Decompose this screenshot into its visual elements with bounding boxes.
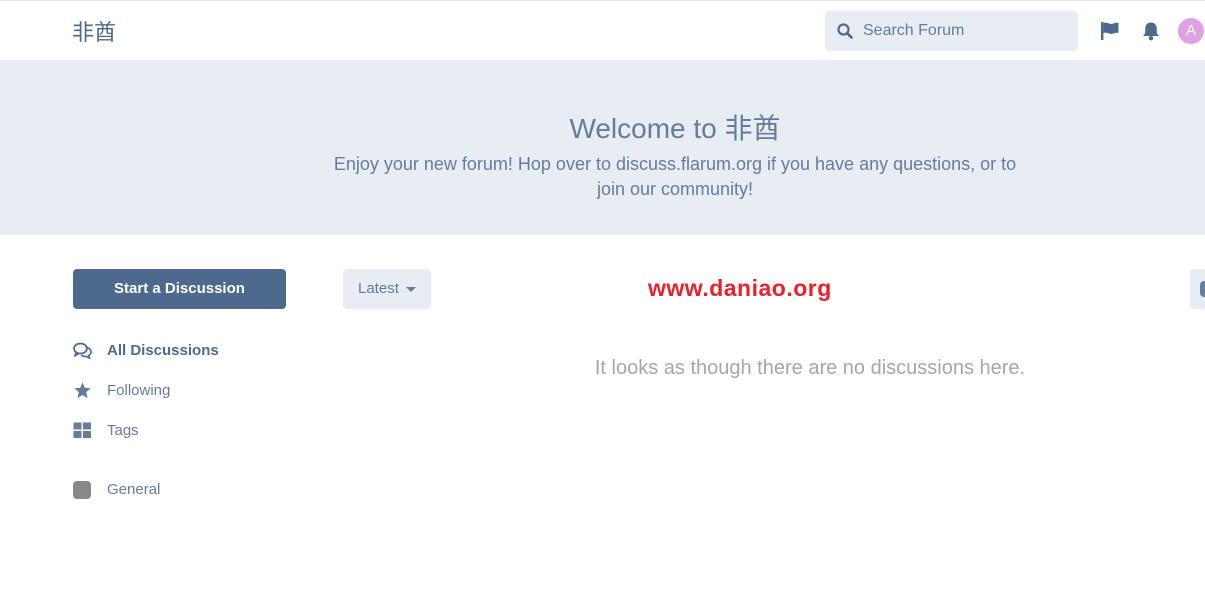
nav-label: Tags (107, 422, 139, 439)
refresh-icon (1200, 281, 1205, 297)
user-avatar[interactable]: A (1178, 18, 1204, 44)
nav-label: All Discussions (107, 342, 219, 359)
bell-icon[interactable] (1141, 21, 1161, 41)
empty-state-message: It looks as though there are no discussi… (594, 357, 1026, 379)
header: 非酋 Search Forum A (0, 0, 1205, 60)
sort-label: Latest (358, 280, 399, 297)
forum-logo[interactable]: 非酋 (72, 15, 116, 47)
tag-label: General (107, 481, 161, 498)
toolbar-action-button[interactable] (1190, 269, 1205, 309)
sort-dropdown[interactable]: Latest (343, 269, 431, 309)
flag-icon[interactable] (1100, 21, 1120, 41)
comments-icon (73, 342, 92, 359)
tag-color-icon (73, 481, 91, 499)
hero-title: Welcome to 非酋 (569, 113, 781, 144)
search-input[interactable]: Search Forum (863, 22, 964, 40)
welcome-hero: Welcome to 非酋 Enjoy your new forum! Hop … (0, 60, 1205, 235)
search-bar[interactable]: Search Forum (825, 11, 1078, 51)
start-discussion-button[interactable]: Start a Discussion (73, 269, 286, 309)
hero-description: Enjoy your new forum! Hop over to discus… (333, 154, 1017, 199)
star-icon (74, 382, 91, 399)
grid-icon (73, 422, 91, 438)
caret-down-icon (406, 287, 416, 292)
watermark-text: www.daniao.org (648, 275, 832, 301)
nav-label: Following (107, 382, 171, 399)
search-icon (837, 23, 853, 39)
